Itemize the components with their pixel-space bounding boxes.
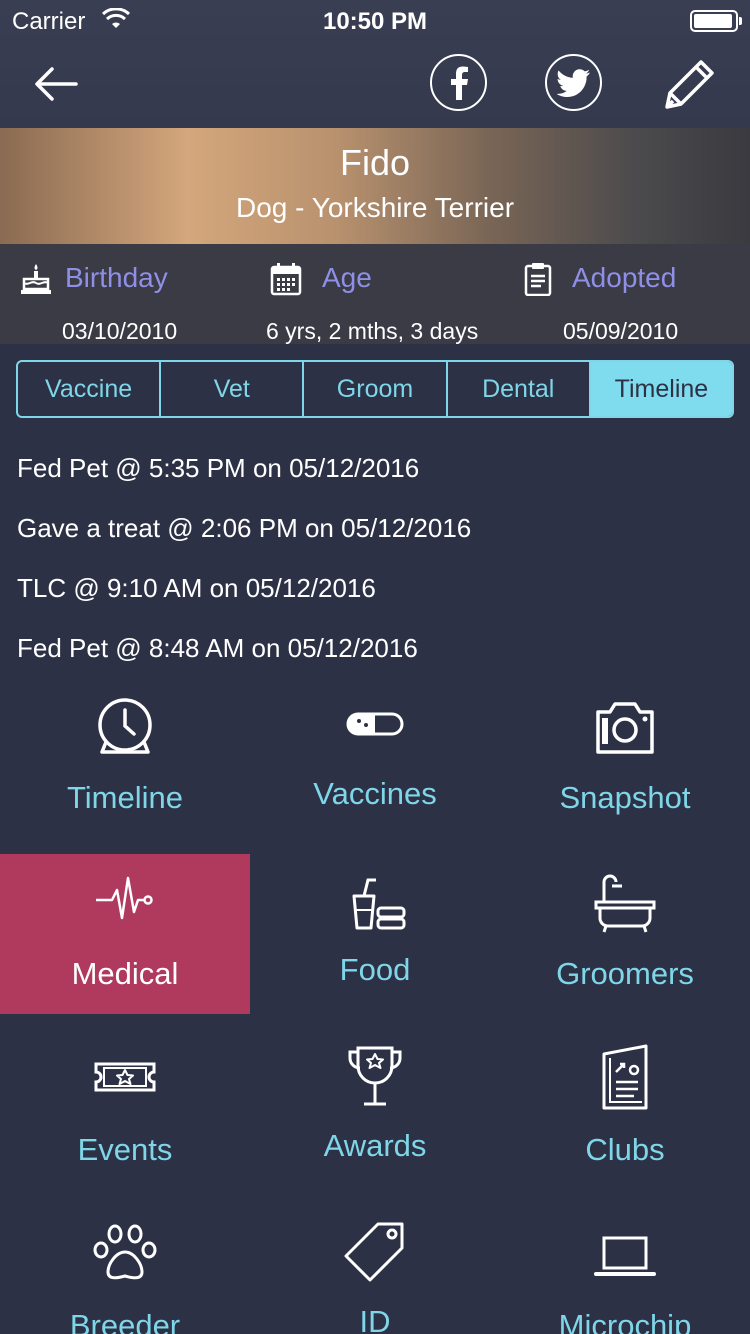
menu-label: Events xyxy=(77,1132,173,1167)
clock-time: 10:50 PM xyxy=(322,8,428,35)
tab-vet[interactable]: Vet xyxy=(161,362,305,416)
clock-icon xyxy=(98,698,152,754)
birthday-value: 03/10/2010 xyxy=(62,318,178,344)
pet-header: Fido Dog - Yorkshire Terrier xyxy=(0,128,750,244)
record-tabs: Vaccine Vet Groom Dental Timeline xyxy=(16,360,734,418)
calendar-icon xyxy=(270,263,302,296)
menu-microchip[interactable]: Microchip xyxy=(500,1206,750,1334)
food-icon xyxy=(352,878,406,930)
menu-label: Medical xyxy=(71,956,179,991)
age-label: Age xyxy=(322,262,372,293)
newspaper-icon xyxy=(602,1044,648,1110)
menu-timeline[interactable]: Timeline xyxy=(0,678,250,854)
battery-icon xyxy=(690,10,742,32)
menu-label: Snapshot xyxy=(559,780,691,815)
timeline-list: Fed Pet @ 5:35 PM on 05/12/2016 Gave a t… xyxy=(17,448,733,688)
facebook-share-button[interactable] xyxy=(430,54,487,111)
pet-name: Fido xyxy=(339,142,411,183)
tab-dental[interactable]: Dental xyxy=(448,362,591,416)
birthday-label: Birthday xyxy=(65,262,168,293)
pencil-icon xyxy=(665,60,714,109)
menu-groomers[interactable]: Groomers xyxy=(500,854,750,1030)
cake-icon xyxy=(21,264,51,294)
menu-snapshot[interactable]: Snapshot xyxy=(500,678,750,854)
menu-label: Timeline xyxy=(67,780,183,815)
bathtub-icon xyxy=(594,874,656,933)
timeline-entry[interactable]: Fed Pet @ 5:35 PM on 05/12/2016 xyxy=(17,448,733,508)
menu-id[interactable]: ID xyxy=(250,1206,500,1334)
tag-icon xyxy=(344,1222,404,1282)
timeline-entry[interactable]: Gave a treat @ 2:06 PM on 05/12/2016 xyxy=(17,508,733,568)
back-button[interactable] xyxy=(28,56,84,112)
back-arrow-icon xyxy=(35,67,78,101)
menu-awards[interactable]: Awards xyxy=(250,1030,500,1206)
menu-food[interactable]: Food xyxy=(250,854,500,1030)
menu-label: Awards xyxy=(323,1128,427,1163)
menu-label: Clubs xyxy=(585,1132,665,1167)
pet-breed: Dog - Yorkshire Terrier xyxy=(235,192,515,223)
adopted-label: Adopted xyxy=(572,262,677,293)
menu-label: Food xyxy=(339,952,411,987)
menu-clubs[interactable]: Clubs xyxy=(500,1030,750,1206)
pill-icon xyxy=(346,712,404,736)
age-value: 6 yrs, 2 mths, 3 days xyxy=(266,318,479,344)
laptop-icon xyxy=(594,1236,656,1276)
menu-label: Microchip xyxy=(558,1308,692,1334)
edit-button[interactable] xyxy=(660,54,720,114)
facebook-icon xyxy=(450,66,468,100)
twitter-icon xyxy=(556,68,590,97)
heartbeat-icon xyxy=(96,876,153,920)
menu-breeder[interactable]: Breeder xyxy=(0,1206,250,1334)
twitter-share-button[interactable] xyxy=(545,54,602,111)
camera-icon xyxy=(596,702,654,754)
adopted-value: 05/09/2010 xyxy=(563,318,679,344)
ticket-icon xyxy=(94,1062,156,1092)
timeline-entry[interactable]: TLC @ 9:10 AM on 05/12/2016 xyxy=(17,568,733,628)
clipboard-icon xyxy=(524,263,552,296)
menu-medical[interactable]: Medical xyxy=(0,854,250,1014)
trophy-icon xyxy=(348,1046,402,1106)
status-bar: Carrier 10:50 PM xyxy=(0,0,750,40)
menu-label: ID xyxy=(359,1304,391,1334)
tab-timeline[interactable]: Timeline xyxy=(590,362,732,416)
menu-events[interactable]: Events xyxy=(0,1030,250,1206)
pet-info-strip: Birthday 03/10/2010 Age 6 yrs, 2 mths, 3… xyxy=(0,244,750,344)
menu-label: Vaccines xyxy=(313,776,437,811)
paw-icon xyxy=(93,1224,157,1280)
tab-vaccine[interactable]: Vaccine xyxy=(18,362,162,416)
menu-label: Groomers xyxy=(556,956,694,991)
tab-groom[interactable]: Groom xyxy=(304,362,448,416)
menu-label: Breeder xyxy=(69,1308,181,1334)
top-bar: Carrier 10:50 PM xyxy=(0,0,750,128)
menu-vaccines[interactable]: Vaccines xyxy=(250,678,500,854)
